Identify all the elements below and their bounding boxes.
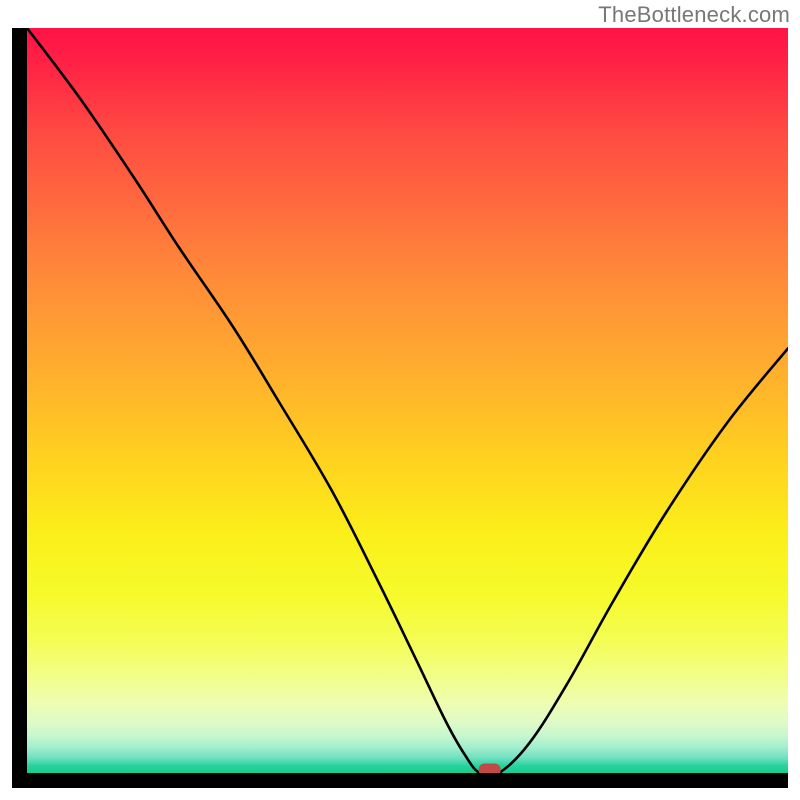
chart-curve bbox=[27, 28, 788, 773]
chart-frame bbox=[12, 28, 788, 788]
chart-marker-icon bbox=[479, 764, 501, 773]
watermark-text: TheBottleneck.com bbox=[598, 2, 790, 28]
plot-area bbox=[27, 28, 788, 773]
chart-overlay bbox=[27, 28, 788, 773]
